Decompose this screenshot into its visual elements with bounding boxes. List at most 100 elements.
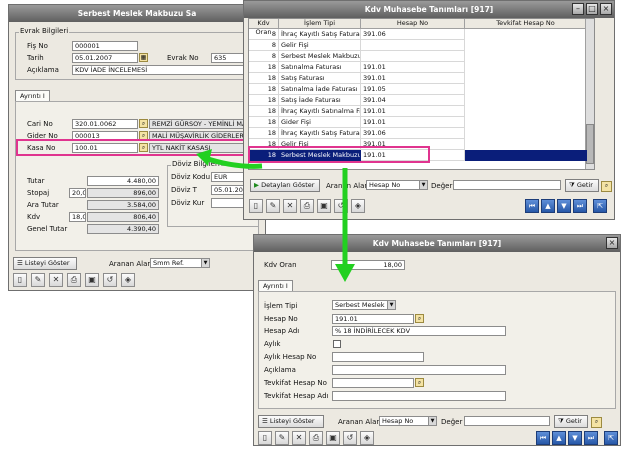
table-row[interactable]: 18 Satış Faturası 391.01 xyxy=(249,73,594,84)
doviz-group-label: Döviz Bilgileri xyxy=(171,160,221,168)
tarih-label: Tarih xyxy=(27,54,44,62)
undo-icon[interactable]: ↺ xyxy=(103,273,117,287)
cell-kdv-oran: 8 xyxy=(249,29,279,40)
kdv-detail-title: Kdv Muhasebe Tanımları [917] xyxy=(254,235,620,252)
fis-no-field[interactable]: 000001 xyxy=(72,41,138,51)
tag-icon[interactable]: ◈ xyxy=(121,273,135,287)
aranan-alan-label: Aranan Alan xyxy=(326,182,369,190)
table-row[interactable]: 8 İhraç Kayıtlı Satış Faturası 391.06 xyxy=(249,29,594,40)
tarih-field[interactable]: 05.01.2007 xyxy=(72,53,138,63)
detaylari-goster-button[interactable]: ▶ Detayları Göster xyxy=(250,179,320,192)
aylik-checkbox[interactable] xyxy=(333,340,341,348)
hesap-search-icon[interactable]: ⌕ xyxy=(415,314,424,323)
edit-icon[interactable]: ✎ xyxy=(31,273,45,287)
cell-hesap-no xyxy=(361,51,465,62)
cari-no-field[interactable]: 320.01.0062 xyxy=(72,119,138,129)
col-tevkifat-hesap-no[interactable]: Tevkifat Hesap No xyxy=(465,19,587,29)
col-kdv-oran[interactable]: Kdv Oran xyxy=(249,19,279,36)
save-icon[interactable]: ▣ xyxy=(317,199,331,213)
aranan-alan-select[interactable]: Smm Ref. ▼ xyxy=(150,258,210,268)
next-record-icon[interactable]: ▼ xyxy=(568,431,582,445)
delete-icon[interactable]: ✕ xyxy=(283,199,297,213)
tutar-field[interactable]: 4.480,00 xyxy=(87,176,159,186)
aranan-alan-label: Aranan Alan xyxy=(338,418,381,426)
table-row[interactable]: 18 Satış İade Faturası 391.04 xyxy=(249,95,594,106)
cell-islem-tipi: Gelir Fişi xyxy=(279,40,361,51)
first-record-icon[interactable]: ⏮ xyxy=(525,199,539,213)
tevkifat-hesap-adi-field[interactable] xyxy=(332,391,506,401)
minimize-icon[interactable]: – xyxy=(572,3,584,15)
table-row[interactable]: 18 Satınalma İade Faturası 191.05 xyxy=(249,84,594,95)
edit-icon[interactable]: ✎ xyxy=(266,199,280,213)
aciklama-field[interactable] xyxy=(332,365,506,375)
tevkifat-search-icon[interactable]: ⌕ xyxy=(415,378,424,387)
close-icon[interactable]: × xyxy=(606,237,618,249)
delete-icon[interactable]: ✕ xyxy=(49,273,63,287)
islem-tipi-select[interactable]: Serbest Meslek Makt ▼ xyxy=(332,300,396,310)
kdv-oran-field[interactable]: 18,00 xyxy=(331,260,405,270)
deger-input[interactable] xyxy=(453,180,561,190)
tag-icon[interactable]: ◈ xyxy=(351,199,365,213)
evrak-group-label: Evrak Bilgileri xyxy=(19,27,70,35)
calendar-icon[interactable]: ▦ xyxy=(139,53,148,62)
cari-search-icon[interactable]: ⌕ xyxy=(139,119,148,128)
first-record-icon[interactable]: ⏮ xyxy=(536,431,550,445)
deger-input[interactable] xyxy=(464,416,550,426)
table-row[interactable]: 18 İhraç Kayıtlı Satış Faturası 391.06 xyxy=(249,128,594,139)
print-icon[interactable]: ⎙ xyxy=(300,199,314,213)
next-record-icon[interactable]: ▼ xyxy=(557,199,571,213)
undo-icon[interactable]: ↺ xyxy=(343,431,357,445)
last-record-icon[interactable]: ⏭ xyxy=(584,431,598,445)
table-row[interactable]: 8 Gelir Fişi xyxy=(249,40,594,51)
search-icon[interactable]: ⌕ xyxy=(591,417,602,428)
delete-icon[interactable]: ✕ xyxy=(292,431,306,445)
aylik-label: Aylık xyxy=(264,340,281,348)
last-record-icon[interactable]: ⏭ xyxy=(573,199,587,213)
maximize-icon[interactable]: □ xyxy=(586,3,598,15)
save-icon[interactable]: ▣ xyxy=(85,273,99,287)
kdv-oran-label: Kdv Oran xyxy=(264,261,297,269)
stopaj-rate-field[interactable]: 20,0 xyxy=(69,188,86,198)
hesap-adi-field[interactable]: % 18 İNDİRİLECEK KDV xyxy=(332,326,506,336)
cell-kdv-oran: 18 xyxy=(249,84,279,95)
table-row[interactable]: 18 Satınalma Faturası 191.01 xyxy=(249,62,594,73)
aranan-alan-select[interactable]: Hesap No ▼ xyxy=(379,416,437,426)
tag-icon[interactable]: ◈ xyxy=(360,431,374,445)
col-hesap-no[interactable]: Hesap No xyxy=(361,19,465,29)
aciklama-field[interactable]: KDV İADE İNCELEMESİ xyxy=(72,65,250,75)
exit-icon[interactable]: ⇱ xyxy=(604,431,618,445)
listeyi-goster-button[interactable]: ☰ Listeyi Göster xyxy=(258,415,324,428)
tab-ayrinti-1[interactable]: Ayrıntı I xyxy=(258,280,293,291)
edit-icon[interactable]: ✎ xyxy=(275,431,289,445)
close-icon[interactable]: × xyxy=(600,3,612,15)
search-icon[interactable]: ⌕ xyxy=(601,181,612,192)
table-row[interactable]: 18 Gider Fişi 191.01 xyxy=(249,117,594,128)
new-icon[interactable]: ▯ xyxy=(249,199,263,213)
chevron-down-icon: ▼ xyxy=(428,417,436,425)
undo-icon[interactable]: ↺ xyxy=(334,199,348,213)
getir-button[interactable]: ⧩ Getir xyxy=(554,415,588,428)
exit-icon[interactable]: ⇱ xyxy=(593,199,607,213)
tevkifat-hesap-no-field[interactable] xyxy=(332,378,414,388)
cell-islem-tipi: Serbest Meslek Makbuzu xyxy=(279,51,361,62)
print-icon[interactable]: ⎙ xyxy=(309,431,323,445)
kdv-rate-field[interactable]: 18,0 xyxy=(69,212,86,222)
aylik-hesap-no-field[interactable] xyxy=(332,352,424,362)
new-icon[interactable]: ▯ xyxy=(258,431,272,445)
aranan-alan-select[interactable]: Hesap No ▼ xyxy=(366,180,428,190)
tab-ayrinti-1[interactable]: Ayrıntı I xyxy=(15,90,50,101)
previous-record-icon[interactable]: ▲ xyxy=(541,199,555,213)
filter-icon: ⧩ xyxy=(569,181,577,189)
previous-record-icon[interactable]: ▲ xyxy=(552,431,566,445)
table-row[interactable]: 8 Serbest Meslek Makbuzu xyxy=(249,51,594,62)
new-icon[interactable]: ▯ xyxy=(13,273,27,287)
hesap-no-field[interactable]: 191.01 xyxy=(332,314,414,324)
getir-button[interactable]: ⧩ Getir xyxy=(565,179,599,192)
save-icon[interactable]: ▣ xyxy=(326,431,340,445)
getir-label: Getir xyxy=(576,181,593,189)
col-islem-tipi[interactable]: İşlem Tipi xyxy=(279,19,361,29)
print-icon[interactable]: ⎙ xyxy=(67,273,81,287)
listeyi-goster-button[interactable]: ☰ Listeyi Göster xyxy=(13,257,77,270)
table-row[interactable]: 18İhraç Kayıtlı Satınalma Fatu191.01 xyxy=(249,106,594,117)
cari-name-field: REMZİ GÜRSOY - YEMİNLİ MALİ xyxy=(149,119,253,129)
